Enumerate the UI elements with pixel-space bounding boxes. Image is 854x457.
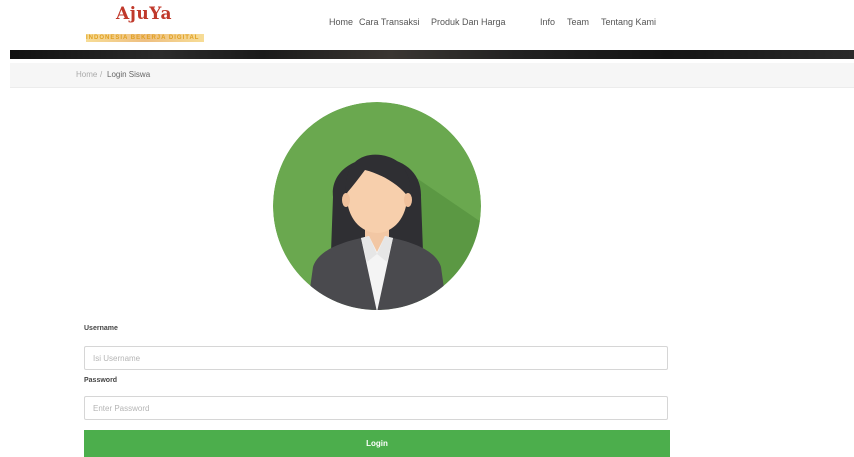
site-header: AjuYa INDONESIA BEKERJA DIGITAL Home Car… xyxy=(0,0,854,48)
breadcrumb: Home / Login Siswa xyxy=(10,63,854,88)
nav-item-cara-transaksi[interactable]: Cara Transaksi xyxy=(359,17,420,27)
username-input[interactable] xyxy=(84,346,668,370)
breadcrumb-separator: / xyxy=(100,70,103,79)
nav-item-tentang-kami[interactable]: Tentang Kami xyxy=(601,17,656,27)
main-nav: Home Cara Transaksi Produk Dan Harga Inf… xyxy=(0,0,854,48)
user-avatar-icon xyxy=(273,102,481,310)
password-input[interactable] xyxy=(84,396,668,420)
login-page: AjuYa INDONESIA BEKERJA DIGITAL Home Car… xyxy=(0,0,854,457)
nav-item-team[interactable]: Team xyxy=(567,17,589,27)
nav-item-home[interactable]: Home xyxy=(329,17,353,27)
nav-item-info[interactable]: Info xyxy=(540,17,555,27)
nav-item-produk-dan-harga[interactable]: Produk Dan Harga xyxy=(431,17,506,27)
breadcrumb-home-link[interactable]: Home xyxy=(76,70,97,79)
login-button[interactable]: Login xyxy=(84,430,670,457)
username-label: Username xyxy=(84,325,118,332)
password-label: Password xyxy=(84,377,118,384)
header-banner xyxy=(10,50,854,59)
breadcrumb-current: Login Siswa xyxy=(107,70,151,79)
